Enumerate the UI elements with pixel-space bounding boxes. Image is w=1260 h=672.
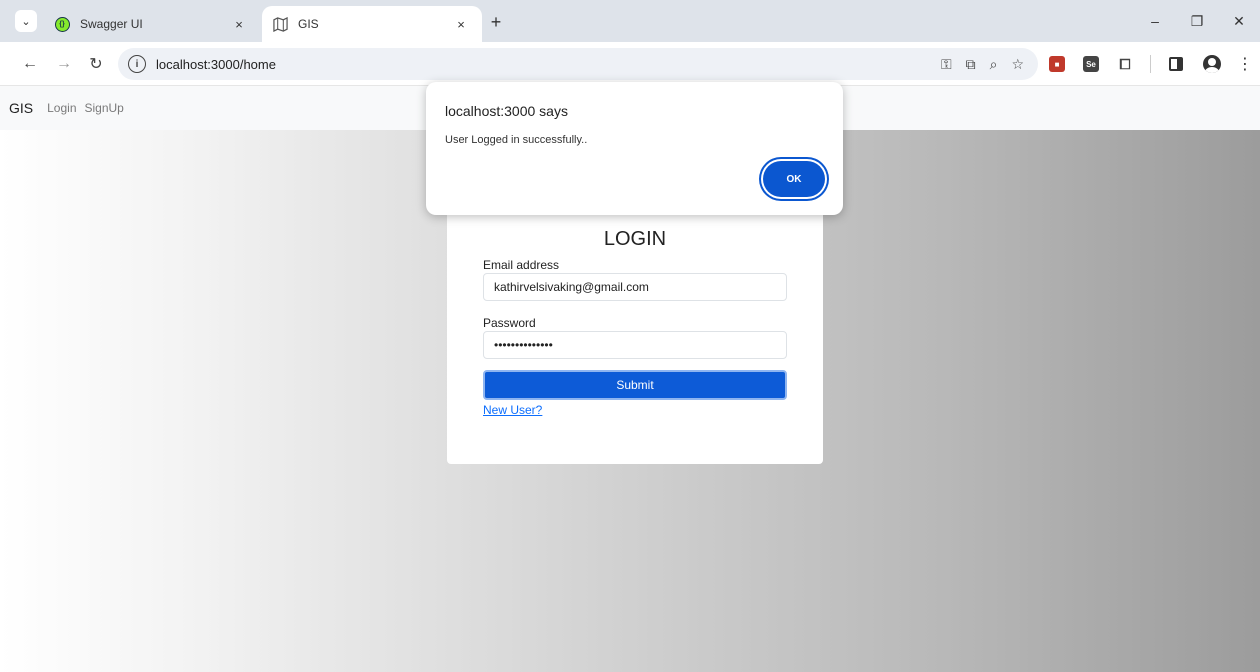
email-label: Email address (483, 258, 560, 272)
nav-signup-link[interactable]: SignUp (85, 101, 124, 115)
tab-title: GIS (298, 17, 319, 31)
alert-dialog: localhost:3000 says User Logged in succe… (426, 82, 843, 215)
minimize-icon[interactable]: – (1134, 0, 1176, 42)
new-tab-button[interactable]: + (486, 12, 506, 33)
extension-icons: ■ Se ⧠ ⋮ (1040, 48, 1253, 80)
side-panel-icon[interactable] (1169, 57, 1183, 71)
address-bar-actions: ⚿ ⧉ ⌕ ☆ (941, 48, 1024, 80)
tab-search-chevron-icon[interactable]: ⌄ (15, 10, 37, 32)
map-icon (272, 16, 288, 32)
tab-title: Swagger UI (80, 17, 143, 31)
restore-icon[interactable]: ❐ (1176, 0, 1218, 42)
back-icon[interactable]: ← (18, 52, 42, 76)
close-window-icon[interactable]: ✕ (1218, 0, 1260, 42)
submit-button[interactable]: Submit (483, 370, 787, 400)
toolbar-divider (1150, 55, 1151, 73)
site-info-icon[interactable]: i (128, 55, 146, 73)
cast-icon[interactable]: ⧉ (966, 56, 976, 73)
login-title: LOGIN (603, 228, 667, 250)
address-bar[interactable]: i localhost:3000/home ⚿ ⧉ ⌕ ☆ (118, 48, 1038, 80)
menu-kebab-icon[interactable]: ⋮ (1237, 54, 1253, 74)
tab-gis[interactable]: GIS × (262, 6, 482, 42)
extension-se-icon[interactable]: Se (1083, 56, 1099, 72)
bookmark-star-icon[interactable]: ☆ (1011, 56, 1024, 73)
reload-icon[interactable]: ↻ (84, 52, 108, 76)
window-controls: – ❐ ✕ (1134, 0, 1260, 42)
forward-icon[interactable]: → (52, 52, 76, 76)
password-label: Password (483, 316, 536, 330)
nav-login-link[interactable]: Login (47, 101, 76, 115)
tab-close-icon[interactable]: × (452, 17, 470, 32)
alert-title: localhost:3000 says (445, 103, 568, 119)
new-user-link[interactable]: New User? (483, 403, 542, 417)
swagger-icon: {} (54, 16, 70, 32)
tab-swagger-ui[interactable]: {} Swagger UI × (44, 6, 260, 42)
profile-avatar-icon[interactable] (1203, 55, 1221, 73)
password-key-icon[interactable]: ⚿ (941, 56, 952, 73)
login-card: LOGIN Email address kathirvelsivaking@gm… (447, 206, 823, 464)
email-field[interactable]: kathirvelsivaking@gmail.com (483, 273, 787, 301)
browser-toolbar: ← → ↻ i localhost:3000/home ⚿ ⧉ ⌕ ☆ ■ Se… (0, 42, 1260, 86)
brand-link[interactable]: GIS (9, 100, 33, 116)
alert-message: User Logged in successfully.. (445, 134, 588, 146)
tab-close-icon[interactable]: × (230, 17, 248, 32)
extensions-puzzle-icon[interactable]: ⧠ (1117, 56, 1133, 72)
extension-red-icon[interactable]: ■ (1049, 56, 1065, 72)
browser-tab-strip: ⌄ {} Swagger UI × GIS × + – ❐ ✕ (0, 0, 1260, 42)
address-url[interactable]: localhost:3000/home (156, 57, 276, 72)
password-field[interactable]: •••••••••••••• (483, 331, 787, 359)
alert-ok-button[interactable]: OK (763, 161, 825, 197)
zoom-icon[interactable]: ⌕ (990, 56, 998, 73)
